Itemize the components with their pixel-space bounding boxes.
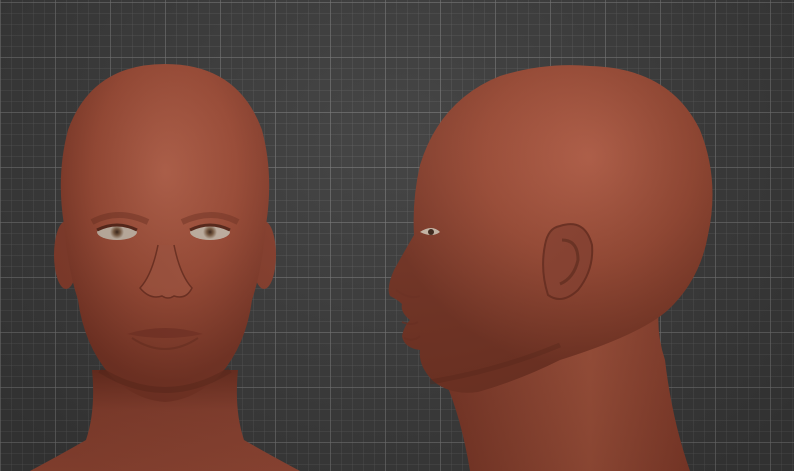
sculpt-models — [30, 64, 713, 471]
front-left-eye — [96, 223, 138, 240]
3d-viewport[interactable] — [0, 0, 794, 471]
side-head-shape — [388, 65, 713, 393]
side-view-head — [388, 65, 713, 471]
front-right-eye — [189, 223, 231, 240]
front-head-shape — [60, 64, 270, 402]
front-view-head — [30, 64, 300, 471]
